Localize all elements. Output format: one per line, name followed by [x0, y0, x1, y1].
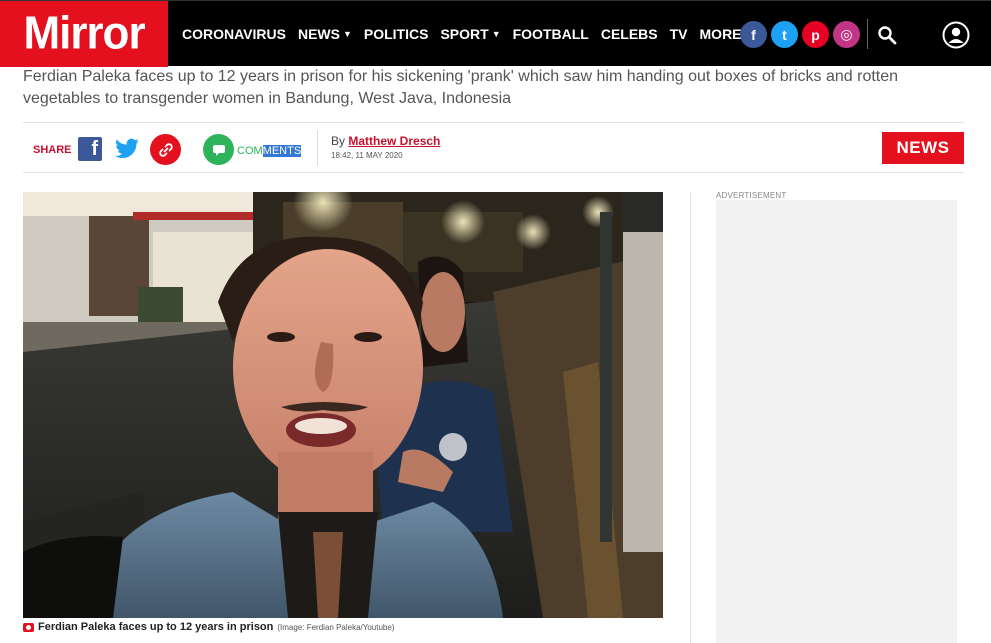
caption-credit: (Image: Ferdian Paleka/Youtube)	[277, 622, 395, 632]
nav-item-news[interactable]: NEWS ▼	[298, 26, 352, 42]
header-divider	[867, 19, 868, 49]
nav-item-sport[interactable]: SPORT ▼	[440, 26, 500, 42]
image-caption: Ferdian Paleka faces up to 12 years in p…	[23, 621, 394, 633]
nav-item-politics[interactable]: POLITICS	[364, 26, 429, 42]
article-hero-image[interactable]	[23, 192, 663, 618]
publish-time: 18:42, 11 MAY 2020	[331, 151, 403, 160]
twitter-icon[interactable]: t	[771, 21, 798, 48]
main-nav: CORONAVIRUS NEWS ▼ POLITICS SPORT ▼ FOOTBALL CE…	[182, 1, 765, 67]
camera-icon	[23, 622, 34, 632]
comments-label-selected: MENTS	[262, 145, 302, 157]
site-header: Mirror CORONAVIRUS NEWS ▼ POLITICS SPORT ▼ FOO…	[0, 0, 991, 67]
advertisement-label: ADVERTISEMENT	[716, 191, 787, 200]
nav-item-label: NEWS	[297, 26, 340, 42]
nav-item-label: CORONAVIRUS	[182, 26, 286, 42]
nav-item-coronavirus[interactable]: CORONAVIRUS	[182, 26, 286, 42]
chevron-down-icon: ▼	[342, 29, 352, 39]
facebook-icon[interactable]: f	[740, 21, 767, 48]
author-link[interactable]: Matthew Dresch	[348, 134, 440, 148]
account-icon[interactable]	[942, 21, 970, 49]
nav-item-tv[interactable]: TV	[670, 26, 688, 42]
nav-item-label: TV	[669, 26, 688, 42]
logo-text: Mirror	[23, 7, 145, 60]
search-icon[interactable]	[877, 25, 897, 45]
nav-item-celebs[interactable]: CELEBS	[601, 26, 658, 42]
social-links: f t p ◎	[740, 21, 860, 48]
caption-text: Ferdian Paleka faces up to 12 years in p…	[38, 621, 274, 633]
instagram-icon[interactable]: ◎	[833, 21, 860, 48]
article-standfirst: Ferdian Paleka faces up to 12 years in p…	[23, 68, 899, 107]
link-icon	[158, 142, 173, 157]
comments-button[interactable]	[203, 134, 234, 165]
section-tag[interactable]: NEWS	[882, 132, 964, 164]
share-separator	[317, 130, 318, 166]
pinterest-icon[interactable]: p	[802, 21, 829, 48]
nav-item-label: FOOTBALL	[512, 26, 589, 42]
nav-item-label: MORE	[699, 26, 742, 42]
sidebar-divider	[690, 192, 691, 643]
comments-link[interactable]: COMMENTS	[237, 145, 302, 157]
comments-label-plain: COM	[237, 145, 263, 157]
copy-link-button[interactable]	[150, 134, 181, 165]
twitter-share-icon[interactable]	[114, 136, 140, 162]
comment-bubble-icon	[212, 144, 225, 156]
hero-photo	[23, 192, 663, 618]
chevron-down-icon: ▼	[491, 29, 501, 39]
share-bar: SHARE f COMMENTS By Matthew Dresch 18:42…	[23, 122, 964, 173]
mirror-logo[interactable]: Mirror	[0, 1, 168, 67]
nav-item-label: POLITICS	[363, 26, 429, 42]
nav-item-football[interactable]: FOOTBALL	[513, 26, 589, 42]
byline: By Matthew Dresch	[331, 134, 440, 148]
nav-item-label: CELEBS	[600, 26, 658, 42]
advertisement-slot[interactable]	[716, 200, 957, 643]
facebook-share-icon[interactable]: f	[78, 137, 102, 161]
nav-item-label: SPORT	[440, 26, 489, 42]
byline-prefix: By	[331, 134, 349, 148]
share-label: SHARE	[33, 144, 72, 156]
